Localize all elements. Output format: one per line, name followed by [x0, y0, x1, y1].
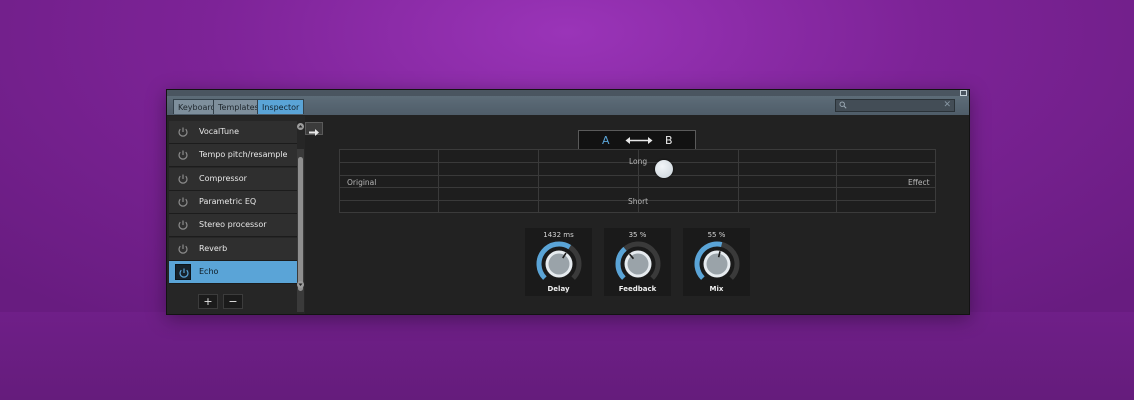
effect-label: Echo	[199, 266, 219, 276]
xy-pad-handle[interactable]	[655, 160, 673, 178]
effect-label: Compressor	[199, 173, 247, 183]
delay-knob-panel: 1432 ms Delay	[525, 228, 592, 296]
backdrop-floor	[0, 312, 1134, 400]
delay-knob[interactable]	[535, 240, 583, 288]
delay-label: Delay	[547, 285, 570, 293]
power-icon[interactable]	[175, 171, 191, 187]
effect-editor: A B Long Short Original Effect 1432 ms D…	[305, 116, 969, 314]
effect-list-item[interactable]: Tempo pitch/resample	[169, 144, 297, 168]
effect-label: Tempo pitch/resample	[199, 150, 288, 160]
mix-knob-panel: 55 % Mix	[683, 228, 750, 296]
add-effect-button[interactable]: +	[198, 294, 218, 309]
xy-grid-line	[538, 150, 539, 212]
feedback-label: Feedback	[618, 285, 657, 293]
effect-label: VocalTune	[199, 127, 240, 136]
tab-inspector[interactable]: Inspector	[257, 99, 305, 114]
tab-bar: Keyboard Templates Inspector ✕	[167, 96, 969, 116]
effect-label: Stereo processor	[199, 220, 267, 230]
mix-knob[interactable]	[693, 240, 741, 288]
clear-search-icon[interactable]: ✕	[943, 100, 951, 111]
power-icon[interactable]	[175, 194, 191, 210]
scroll-down-icon[interactable]	[297, 281, 304, 288]
power-icon[interactable]	[175, 147, 191, 163]
remove-effect-button[interactable]: −	[223, 294, 243, 309]
xy-grid-line	[836, 150, 837, 212]
effect-list-item[interactable]: Parametric EQ	[169, 190, 297, 214]
ab-option-b[interactable]: B	[665, 131, 673, 150]
xy-label-bottom: Short	[628, 197, 649, 206]
effects-panel: VocalTune Tempo pitch/resample Compressor P…	[167, 116, 305, 314]
xy-label-top: Long	[629, 157, 648, 166]
mix-label: Mix	[709, 285, 724, 293]
arrow-right-icon	[309, 129, 319, 136]
search-input[interactable]	[851, 100, 939, 111]
ab-option-a[interactable]: A	[602, 131, 610, 150]
search-box: ✕	[835, 99, 955, 112]
xy-grid-line	[340, 187, 935, 188]
feedback-knob-panel: 35 % Feedback	[604, 228, 671, 296]
power-icon[interactable]	[175, 217, 191, 233]
power-icon[interactable]	[175, 124, 191, 140]
scrollbar-thumb[interactable]	[298, 157, 303, 291]
effect-list-item[interactable]: Echo	[169, 260, 297, 284]
effect-list-item[interactable]: Reverb	[169, 237, 297, 261]
xy-grid-line	[340, 175, 935, 176]
effect-list-item[interactable]: Stereo processor	[169, 214, 297, 238]
feedback-knob[interactable]	[614, 240, 662, 288]
delay-value: 1432 ms	[543, 231, 574, 239]
xy-label-right: Effect	[908, 178, 930, 187]
power-icon[interactable]	[175, 263, 191, 280]
xy-pad[interactable]: Long Short Original Effect	[339, 149, 936, 213]
ab-compare-switch[interactable]: A B	[578, 130, 696, 149]
swap-arrows-icon[interactable]	[625, 136, 653, 145]
feedback-value: 35 %	[628, 231, 647, 239]
xy-label-left: Original	[347, 178, 377, 187]
forward-arrow-button[interactable]	[305, 122, 323, 136]
effect-list-item[interactable]: VocalTune	[169, 121, 297, 144]
effect-list-item[interactable]: Compressor	[169, 167, 297, 191]
scroll-up-icon[interactable]	[297, 123, 304, 130]
xy-grid-line	[438, 150, 439, 212]
xy-grid-line	[738, 150, 739, 212]
effect-label: Reverb	[199, 243, 228, 253]
mix-value: 55 %	[707, 231, 726, 239]
effect-label: Parametric EQ	[199, 196, 257, 206]
power-icon[interactable]	[175, 241, 191, 257]
search-icon	[839, 101, 847, 109]
inspector-window: Keyboard Templates Inspector ✕ VocalTune…	[166, 89, 970, 315]
